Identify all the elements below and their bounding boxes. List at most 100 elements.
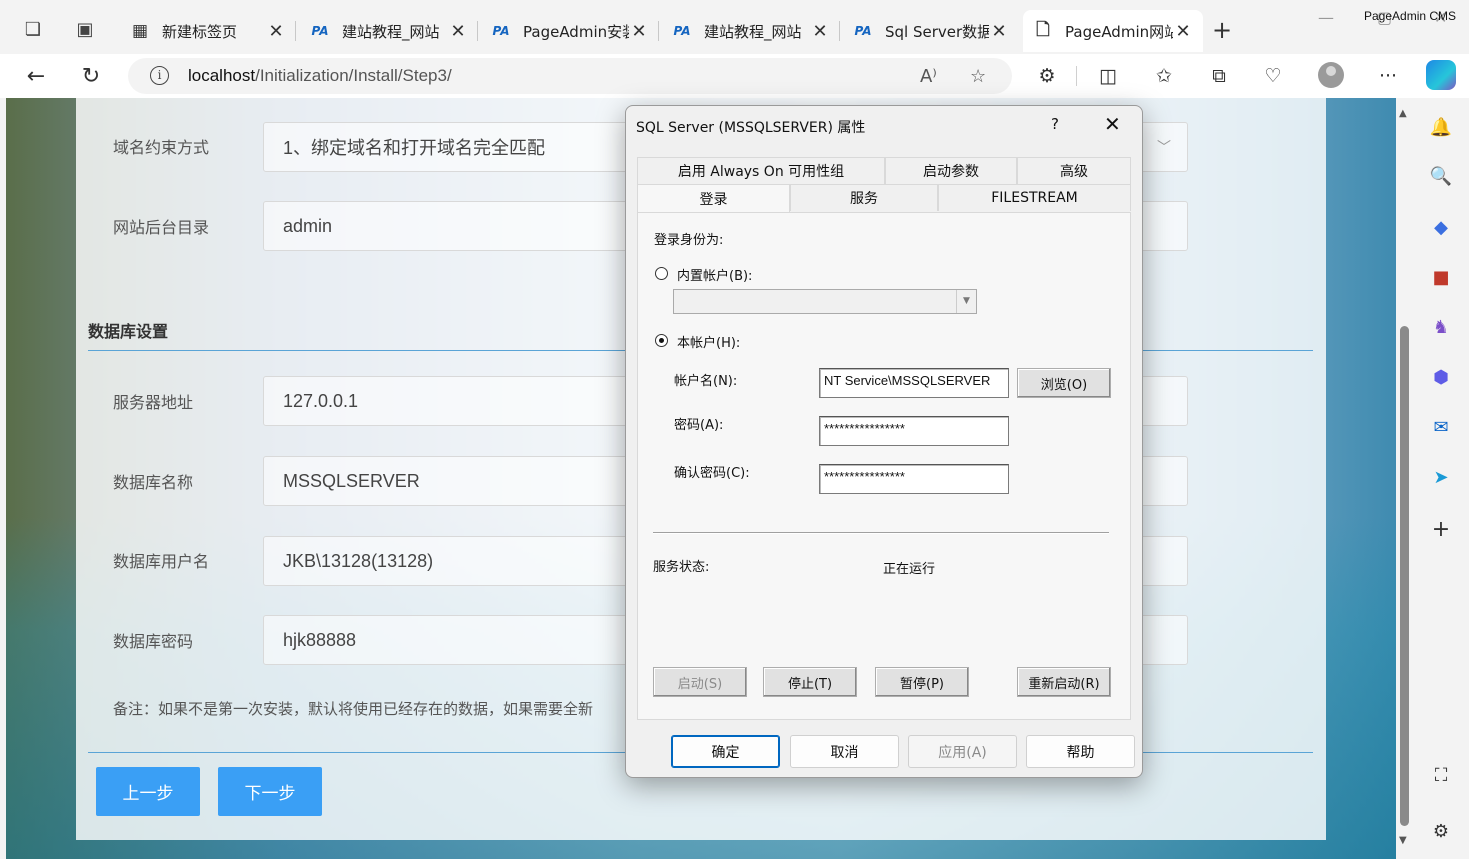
browser-tab[interactable]: PA Sql Server数据 ✕	[843, 10, 1019, 52]
shopping-tag-icon[interactable]: ◆	[1430, 216, 1452, 238]
browser-tab-active[interactable]: 🗋 PageAdmin网站 ✕	[1023, 10, 1203, 52]
pageadmin-logo-icon: PA	[854, 24, 872, 38]
favorite-star-icon[interactable]: ☆	[970, 66, 986, 87]
collections-icon[interactable]: ⧉	[1205, 62, 1233, 90]
close-tab-icon[interactable]: ✕	[989, 21, 1009, 42]
restart-service-button[interactable]: 重新启动(R)	[1017, 667, 1111, 697]
page-icon: 🗋	[1036, 19, 1050, 40]
workspaces-icon[interactable]: ❏	[18, 14, 48, 44]
notification-bell-icon[interactable]: 🔔	[1430, 116, 1452, 138]
builtin-account-radio[interactable]	[655, 267, 668, 280]
cancel-button[interactable]: 取消	[790, 735, 899, 768]
copilot-icon[interactable]	[1426, 60, 1456, 90]
extensions-icon[interactable]: ⚙	[1033, 62, 1061, 90]
dialog-tabs-row: 登录 服务 FILESTREAM	[637, 184, 1131, 213]
start-service-button[interactable]: 启动(S)	[653, 667, 747, 697]
microsoft-365-icon[interactable]: ⬢	[1430, 366, 1452, 388]
login-as-label: 登录身份为:	[654, 233, 724, 248]
screenshot-icon[interactable]: ⛶	[1430, 764, 1452, 786]
site-info-icon[interactable]: i	[150, 66, 169, 85]
tab-advanced[interactable]: 高级	[1017, 157, 1131, 184]
games-icon[interactable]: ♞	[1430, 316, 1452, 338]
new-tab-page-icon: ▦	[131, 21, 149, 41]
dialog-close-icon[interactable]: ✕	[1104, 112, 1121, 136]
browser-tab[interactable]: PA 建站教程_网站 ✕	[662, 10, 840, 52]
password-input[interactable]: ****************	[819, 416, 1009, 446]
help-button[interactable]: 帮助	[1026, 735, 1135, 768]
url-text[interactable]: localhost/Initialization/Install/Step3/	[188, 66, 452, 86]
browse-button[interactable]: 浏览(O)	[1017, 368, 1111, 398]
field-label: 服务器地址	[113, 393, 194, 412]
stop-service-button[interactable]: 停止(T)	[763, 667, 857, 697]
pageadmin-logo-icon: PA	[311, 24, 329, 38]
tab-title: PageAdmin安装	[523, 22, 629, 41]
ok-button[interactable]: 确定	[671, 735, 780, 768]
install-note: 备注：如果不是第一次安装，默认将使用已经存在的数据，如果需要全新	[113, 700, 594, 718]
address-bar[interactable]: i localhost/Initialization/Install/Step3…	[128, 58, 1012, 94]
browser-essentials-icon[interactable]: ♡	[1259, 62, 1287, 90]
field-label: 数据库用户名	[113, 552, 210, 571]
prev-step-button[interactable]: 上一步	[96, 767, 200, 816]
address-toolbar: ← ↻ i localhost/Initialization/Install/S…	[0, 54, 1469, 98]
tab-filestream[interactable]: FILESTREAM	[938, 184, 1131, 211]
scroll-up-icon[interactable]: ▲	[1399, 108, 1407, 119]
edge-sidebar: 🔔 🔍 ◆ ■ ♞ ⬢ ✉ ➤ + ⛶ ⚙	[1414, 98, 1469, 859]
tools-briefcase-icon[interactable]: ■	[1430, 266, 1452, 288]
back-icon[interactable]: ←	[22, 62, 50, 90]
tab-title: 建站教程_网站	[704, 22, 802, 41]
more-options-icon[interactable]: ···	[1374, 62, 1402, 90]
confirm-password-label: 确认密码(C):	[674, 466, 750, 481]
send-icon[interactable]: ➤	[1430, 466, 1452, 488]
chevron-down-icon: ﹀	[1157, 139, 1171, 155]
tab-startup-params[interactable]: 启动参数	[885, 157, 1017, 184]
this-account-label: 本帐户(H):	[677, 336, 741, 351]
tab-always-on[interactable]: 启用 Always On 可用性组	[637, 157, 885, 184]
tab-title: 建站教程_网站	[342, 22, 440, 41]
favorites-icon[interactable]: ✩	[1150, 62, 1178, 90]
profile-avatar[interactable]	[1318, 62, 1344, 88]
sql-server-properties-dialog: SQL Server (MSSQLSERVER) 属性 ? ✕ 启用 Alway…	[625, 105, 1143, 778]
section-title: 数据库设置	[88, 322, 169, 341]
apply-button[interactable]: 应用(A)	[908, 735, 1017, 768]
close-tab-icon[interactable]: ✕	[448, 21, 468, 42]
outlook-icon[interactable]: ✉	[1430, 416, 1452, 438]
account-name-label: 帐户名(N):	[674, 374, 738, 389]
window-title-label: PageAdmin CMS	[1364, 9, 1457, 23]
scroll-down-icon[interactable]: ▼	[1399, 835, 1407, 846]
close-tab-icon[interactable]: ✕	[810, 21, 830, 42]
account-name-input[interactable]: NT Service\MSSQLSERVER	[819, 368, 1009, 398]
vertical-tabs-icon[interactable]: ▣	[70, 14, 100, 44]
this-account-radio[interactable]	[655, 334, 668, 347]
password-label: 密码(A):	[674, 418, 724, 433]
dropdown-arrow-icon: ▼	[956, 290, 976, 313]
builtin-account-label: 内置帐户(B):	[677, 269, 753, 284]
field-label: 数据库密码	[113, 632, 194, 651]
next-step-button[interactable]: 下一步	[218, 767, 322, 816]
browser-tab[interactable]: PA 建站教程_网站 ✕	[300, 10, 478, 52]
field-label: 网站后台目录	[113, 218, 210, 237]
new-tab-icon[interactable]: +	[1212, 16, 1232, 44]
scrollbar-thumb[interactable]	[1400, 326, 1409, 826]
minimize-icon[interactable]: —	[1318, 8, 1334, 27]
split-screen-icon[interactable]: ◫	[1094, 62, 1122, 90]
close-tab-icon[interactable]: ✕	[629, 21, 649, 42]
help-icon[interactable]: ?	[1051, 115, 1059, 133]
close-tab-icon[interactable]: ✕	[266, 21, 286, 42]
tab-logon[interactable]: 登录	[637, 184, 790, 213]
confirm-password-input[interactable]: ****************	[819, 464, 1009, 494]
field-label: 域名约束方式	[113, 138, 210, 157]
pause-service-button[interactable]: 暂停(P)	[875, 667, 969, 697]
tab-service[interactable]: 服务	[790, 184, 938, 211]
close-tab-icon[interactable]: ✕	[1173, 21, 1193, 42]
read-aloud-icon[interactable]: A⁾	[920, 66, 937, 87]
add-sidebar-app-icon[interactable]: +	[1430, 517, 1452, 542]
builtin-account-select[interactable]: ▼	[673, 289, 977, 314]
toolbar-divider	[1076, 66, 1077, 86]
pageadmin-logo-icon: PA	[492, 24, 510, 38]
browser-tab[interactable]: ▦ 新建标签页 ✕	[120, 10, 296, 52]
refresh-icon[interactable]: ↻	[77, 62, 105, 90]
settings-gear-icon[interactable]: ⚙	[1430, 820, 1452, 842]
search-icon[interactable]: 🔍	[1430, 165, 1452, 187]
tab-title: 新建标签页	[162, 22, 238, 41]
browser-tab[interactable]: PA PageAdmin安装 ✕	[481, 10, 659, 52]
